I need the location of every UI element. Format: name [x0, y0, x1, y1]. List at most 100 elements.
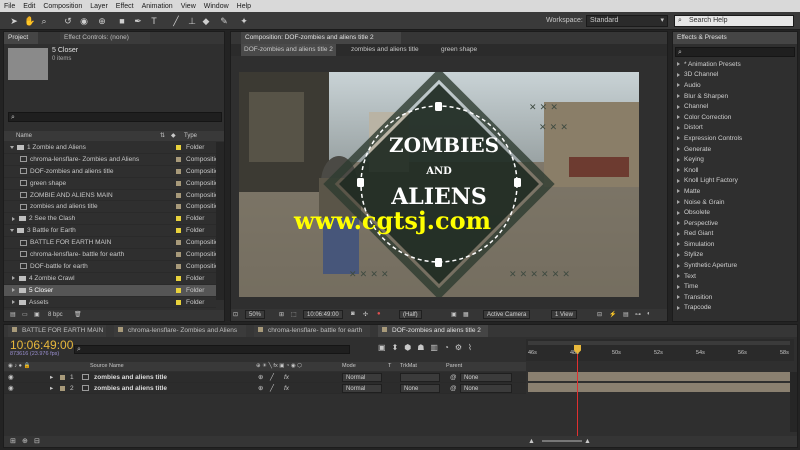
effects-search-input[interactable]: ⌕	[675, 47, 795, 57]
label-color-swatch[interactable]	[176, 240, 181, 246]
current-time-display[interactable]: 10:06:49:00	[303, 310, 343, 319]
frame-blending-icon[interactable]: ▥	[430, 343, 444, 352]
trkmat-select[interactable]: None	[400, 384, 440, 393]
time-ruler[interactable]: 46s 48s 50s 52s 54s 56s 58s	[526, 350, 794, 361]
expand-arrow-icon[interactable]	[677, 104, 680, 109]
parent-select[interactable]: None	[460, 384, 512, 393]
label-color-swatch[interactable]	[176, 192, 181, 198]
fx-icon[interactable]: fx	[284, 385, 289, 392]
breadcrumb-item-1[interactable]: DOF-zombies and aliens title 2	[241, 44, 336, 56]
project-search-input[interactable]: ⌕	[8, 112, 222, 122]
effects-category[interactable]: Channel	[673, 101, 797, 112]
effects-category[interactable]: Text	[673, 271, 797, 282]
label-color-swatch[interactable]	[176, 275, 181, 281]
trkmat-select[interactable]	[400, 373, 440, 382]
expand-arrow-icon[interactable]	[677, 221, 680, 226]
safe-zones-icon[interactable]: ⊞	[279, 311, 284, 318]
label-color-swatch[interactable]	[176, 287, 181, 293]
resolution-select[interactable]: (Half)	[399, 310, 422, 319]
timeline-tab-2[interactable]: chroma-lensflare- Zombies and Aliens	[114, 325, 246, 337]
layer-bar-2[interactable]	[528, 383, 792, 392]
expand-arrow-icon[interactable]	[677, 62, 680, 67]
draft-3d-icon[interactable]: ⬢	[404, 343, 417, 352]
layer-bar-1[interactable]	[528, 372, 792, 381]
effects-category[interactable]: Color Correction	[673, 112, 797, 123]
project-scrollbar[interactable]	[216, 142, 224, 300]
rectangle-tool-icon[interactable]: ■	[116, 15, 128, 27]
eye-icon[interactable]: ◉	[8, 373, 14, 381]
effects-category[interactable]: Noise & Grain	[673, 197, 797, 208]
timeline-scrollbar[interactable]	[790, 372, 797, 432]
effects-category[interactable]: Audio	[673, 80, 797, 91]
effects-category[interactable]: Matte	[673, 186, 797, 197]
expand-arrow-icon[interactable]	[677, 200, 680, 205]
timeline-tab-3[interactable]: chroma-lensflare- battle for earth	[254, 325, 370, 337]
effects-category[interactable]: Trapcode	[673, 303, 797, 314]
project-folder-row[interactable]: 3 Battle for Earth Folder	[4, 225, 216, 238]
expand-arrow-icon[interactable]: ▸	[50, 373, 53, 381]
camera-tool-icon[interactable]: ◉	[78, 15, 90, 27]
label-color-swatch[interactable]	[176, 216, 181, 222]
comp-mini-flowchart-icon[interactable]: ▣	[378, 343, 392, 352]
expand-arrow-icon[interactable]	[677, 231, 680, 236]
channel-icon[interactable]: ●	[377, 311, 381, 317]
selection-tool-icon[interactable]: ➤	[8, 15, 20, 27]
effects-category[interactable]: * Animation Presets	[673, 59, 797, 70]
effects-category[interactable]: Knoll Light Factory	[673, 176, 797, 187]
collapse-arrow-icon[interactable]	[12, 276, 15, 281]
timeline-icon[interactable]: ▤	[623, 311, 629, 318]
collapse-transform-icon[interactable]: ⊕	[258, 373, 263, 381]
effects-category[interactable]: Distort	[673, 123, 797, 134]
timeline-zoom-slider[interactable]	[542, 440, 582, 442]
effects-category[interactable]: Knoll	[673, 165, 797, 176]
project-comp-row[interactable]: ZOMBIE AND ALIENS MAIN Composition	[4, 190, 216, 202]
breadcrumb-item-3[interactable]: green shape	[441, 44, 477, 56]
rotate-tool-icon[interactable]: ↺	[62, 15, 74, 27]
label-color-swatch[interactable]	[176, 180, 181, 186]
new-folder-icon[interactable]: ▭	[22, 310, 28, 321]
effects-category[interactable]: Red Giant	[673, 229, 797, 240]
effects-category[interactable]: Generate	[673, 144, 797, 155]
puppet-tool-icon[interactable]: ✦	[238, 15, 250, 27]
graph-editor-icon[interactable]: ⌇	[468, 343, 478, 352]
pick-whip-icon[interactable]: @	[450, 385, 457, 392]
always-preview-icon[interactable]: ⊡	[233, 311, 238, 318]
expand-transfer-controls-icon[interactable]: ⊕	[22, 436, 28, 447]
exposure-icon[interactable]: ◐	[647, 311, 651, 317]
search-help-input[interactable]: ⌕ Search Help	[674, 15, 794, 27]
show-snapshot-icon[interactable]: ✣	[363, 311, 368, 318]
effects-category[interactable]: Perspective	[673, 218, 797, 229]
zoom-in-icon[interactable]: ▲	[584, 436, 591, 447]
menu-layer[interactable]: Layer	[90, 3, 108, 10]
hand-tool-icon[interactable]: ✋	[24, 15, 36, 27]
timeline-search-input[interactable]: ⌕	[74, 345, 350, 354]
expand-arrow-icon[interactable]	[677, 157, 680, 162]
blend-mode-select[interactable]: Normal	[342, 373, 382, 382]
quality-icon[interactable]: ╱	[270, 384, 274, 392]
menu-window[interactable]: Window	[204, 3, 229, 10]
roto-brush-tool-icon[interactable]: ✎	[218, 15, 230, 27]
collapse-arrow-icon[interactable]	[12, 288, 15, 293]
expand-in-out-icon[interactable]: ⊟	[34, 436, 40, 447]
effects-category[interactable]: Simulation	[673, 239, 797, 250]
effects-category[interactable]: 3D Channel	[673, 70, 797, 81]
zoom-out-icon[interactable]: ▲	[528, 436, 535, 447]
expand-arrow-icon[interactable]	[677, 178, 680, 183]
col-type[interactable]: Type	[184, 131, 197, 141]
menu-animation[interactable]: Animation	[142, 3, 173, 10]
pan-behind-tool-icon[interactable]: ⊕	[96, 15, 108, 27]
tab-effects-presets[interactable]: Effects & Presets	[673, 32, 797, 44]
project-comp-row[interactable]: DOF-zombies and aliens title Composition	[4, 166, 216, 178]
toggle-pixel-aspect-icon[interactable]: ⊟	[597, 311, 602, 318]
expand-arrow-icon[interactable]	[677, 242, 680, 247]
brainstorm-icon[interactable]: ⚙	[455, 343, 468, 352]
label-color-swatch[interactable]	[176, 168, 181, 174]
effects-category[interactable]: Transition	[673, 292, 797, 303]
effects-category[interactable]: Expression Controls	[673, 133, 797, 144]
effects-category[interactable]: Time	[673, 281, 797, 292]
label-color-swatch[interactable]	[176, 263, 181, 269]
work-area-bar[interactable]	[528, 341, 790, 345]
zoom-tool-icon[interactable]: ⌕	[38, 15, 50, 27]
parent-select[interactable]: None	[460, 373, 512, 382]
pick-whip-icon[interactable]: @	[450, 374, 457, 381]
